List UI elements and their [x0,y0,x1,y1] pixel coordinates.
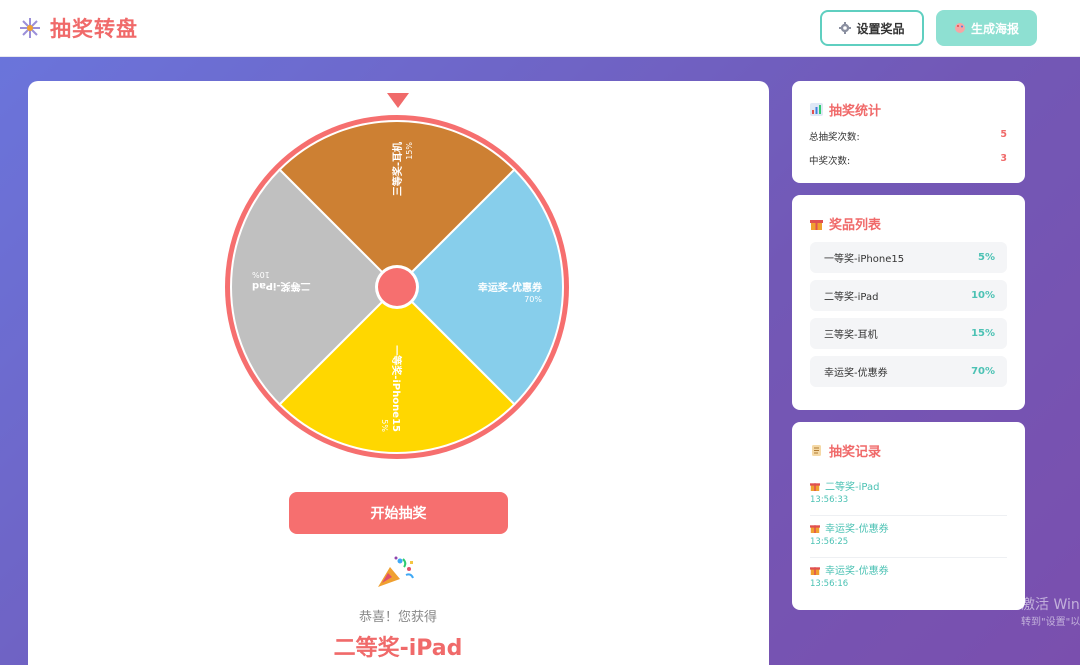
result-prize: 二等奖-iPad [333,636,463,661]
record-time: 13:56:16 [810,579,849,589]
prize-name: 二等奖-iPad [824,292,879,303]
record-name: 幸运奖-优惠券 [810,562,889,577]
prize-item: 幸运奖-优惠券 70% [810,356,1007,387]
stats-title-label: 抽奖统计 [829,104,882,119]
prize-item: 二等奖-iPad 10% [810,280,1007,311]
generate-poster-label: 生成海报 [970,21,1019,36]
wheel-segment-name: 二等奖-iPad [252,280,311,293]
app-header: 抽奖转盘 设置奖品 生成海报 [0,0,1080,57]
total-draws-label: 总抽奖次数: [809,132,860,143]
wheel-pointer [387,93,409,108]
record-item: 二等奖-iPad 13:56:33 [810,476,1007,516]
record-name: 二等奖-iPad [810,478,879,493]
party-popper-icon [378,556,414,587]
prize-name: 一等奖-iPhone15 [824,254,905,265]
prize-percent: 70% [971,366,995,377]
wheel-segment-percent: 10% [252,270,270,279]
app-title: 抽奖转盘 [50,17,138,41]
records-title-label: 抽奖记录 [829,445,882,460]
record-name: 幸运奖-优惠券 [810,520,889,535]
generate-poster-button[interactable]: 生成海报 [936,10,1037,46]
gift-icon [810,482,820,491]
records-title: 抽奖记录 [810,441,881,460]
scroll-icon [812,445,821,456]
wheel-segment-name: 幸运奖-优惠券 [478,281,543,294]
gift-icon [810,220,823,230]
wheel-center-button[interactable] [378,268,416,306]
stats-card: 抽奖统计 总抽奖次数: 5 中奖次数: 3 [792,81,1025,183]
palette-icon [954,23,965,33]
stats-title: 抽奖统计 [810,100,881,119]
draw-records-card: 抽奖记录 二等奖-iPad 13:56:33 幸运奖-优惠券 13:56:25 … [792,422,1025,610]
wins-label: 中奖次数: [809,156,851,167]
prize-list-title: 奖品列表 [810,214,881,233]
prize-item: 一等奖-iPhone15 5% [810,242,1007,273]
congrats-text: 恭喜！您获得 [358,610,437,625]
total-draws-row: 总抽奖次数: 5 [809,129,1007,143]
record-time: 13:56:25 [810,537,849,547]
prize-percent: 15% [971,328,995,339]
prize-name: 幸运奖-优惠券 [824,368,888,379]
record-item: 幸运奖-优惠券 13:56:16 [810,560,1007,600]
prize-percent: 10% [971,290,995,301]
wheel-segment-name: 三等奖-耳机 [391,142,404,196]
prize-item: 三等奖-耳机 15% [810,318,1007,349]
prize-list-card: 奖品列表 一等奖-iPhone15 5% 二等奖-iPad 10% 三等奖-耳机… [792,195,1025,410]
record-name-label: 幸运奖-优惠券 [825,524,889,535]
wheel-logo-icon [20,18,40,38]
total-draws-value: 5 [1000,129,1007,140]
start-draw-button[interactable]: 开始抽奖 [289,492,508,534]
activation-watermark-line2: 转到"设置"以 [1021,617,1080,628]
gift-icon [810,524,820,533]
wheel-segment-percent: 70% [524,295,542,304]
wheel-segment-percent: 15% [405,142,414,160]
record-name-label: 幸运奖-优惠券 [825,566,889,577]
prize-name: 三等奖-耳机 [824,330,878,341]
gift-icon [810,566,820,575]
wheel-segment-percent: 5% [380,419,389,432]
record-item: 幸运奖-优惠券 13:56:25 [810,518,1007,558]
wheel-segment-name: 一等奖-iPhone15 [390,345,403,432]
prize-list-title-label: 奖品列表 [829,218,882,233]
prize-wheel[interactable]: 三等奖-耳机 15% 幸运奖-优惠券70% 一等奖-iPhone155% 二等奖-iPa… [222,112,572,462]
prize-percent: 5% [978,252,995,263]
wins-row: 中奖次数: 3 [809,153,1007,167]
bar-chart-icon [810,103,823,116]
gear-icon [839,22,852,34]
activation-watermark-line1: 激活 Win [1021,597,1080,613]
record-name-label: 二等奖-iPad [825,482,880,493]
wins-value: 3 [1000,153,1007,164]
settings-prizes-label: 设置奖品 [856,21,905,36]
record-time: 13:56:33 [810,495,849,505]
settings-prizes-button[interactable]: 设置奖品 [820,10,924,46]
